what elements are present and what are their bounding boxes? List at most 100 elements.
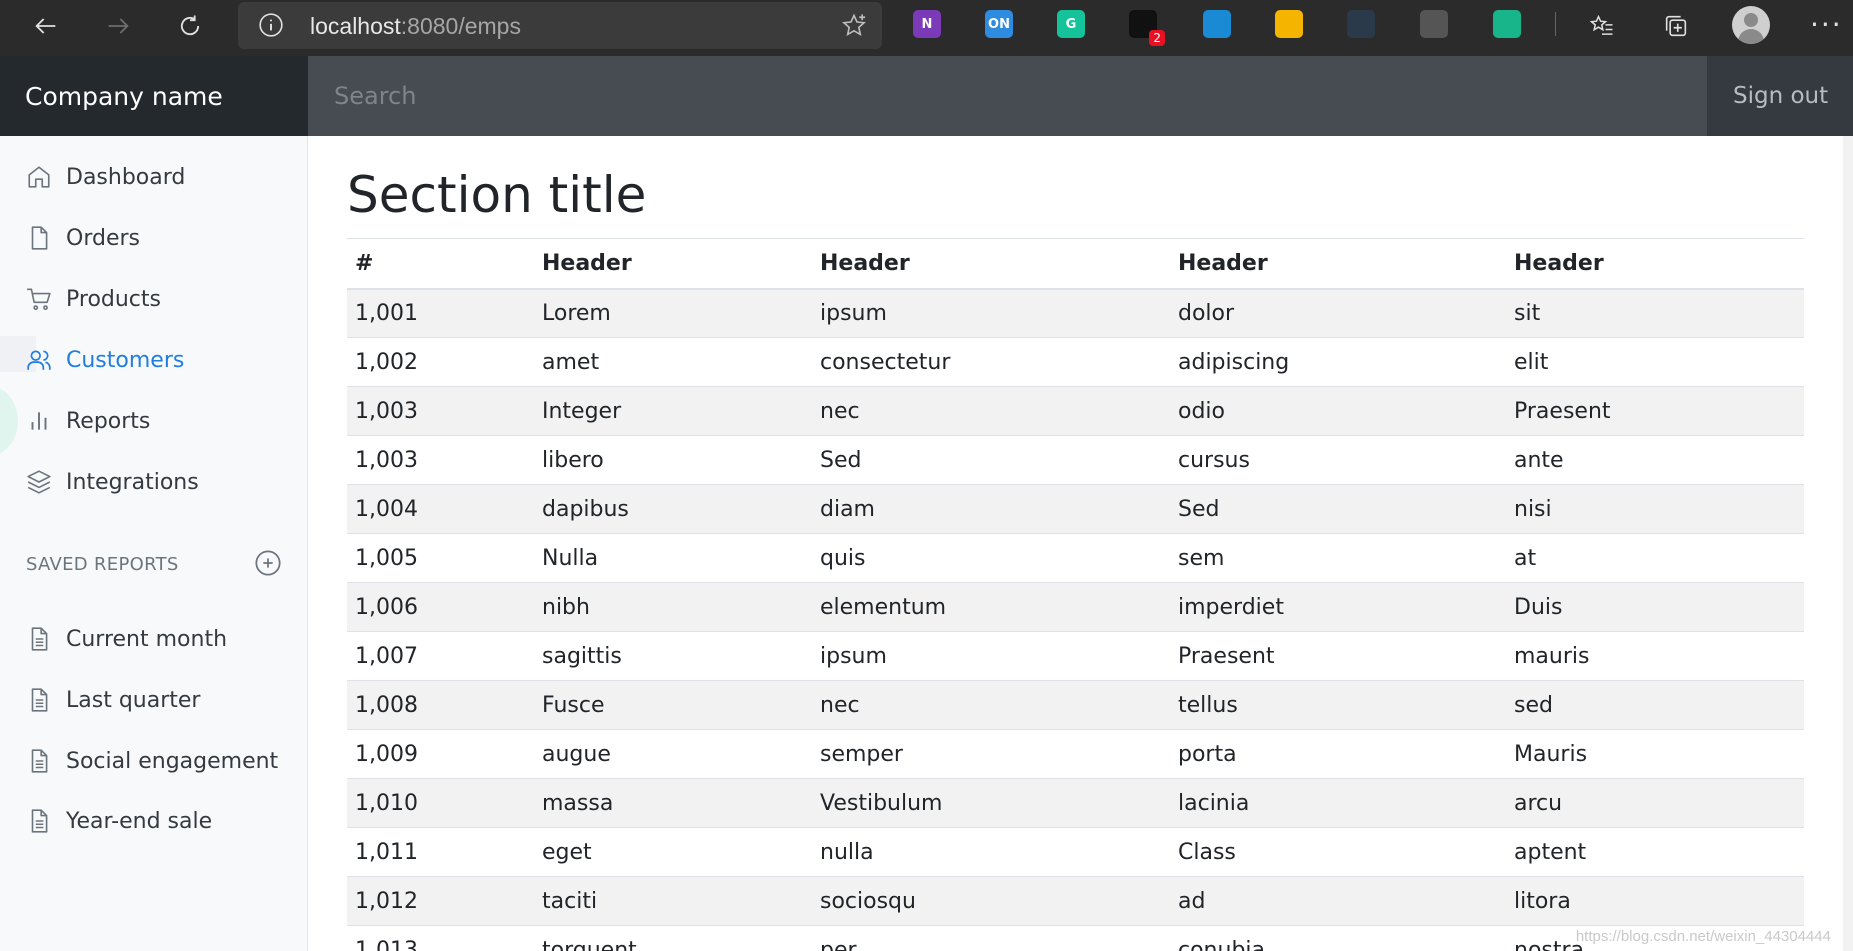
table-cell: Class <box>1170 827 1506 877</box>
table-cell: elit <box>1506 337 1804 387</box>
sidebar-item-reports[interactable]: Reports <box>0 396 308 446</box>
home-icon <box>26 164 52 190</box>
table-cell: 1,008 <box>347 680 534 730</box>
saved-report-last-quarter[interactable]: Last quarter <box>0 675 308 725</box>
app-navbar: Company name Sign out <box>0 56 1853 136</box>
refresh-button[interactable] <box>168 4 212 48</box>
table-cell: imperdiet <box>1170 582 1506 632</box>
plus-circle-icon <box>255 550 281 576</box>
collections-button[interactable] <box>1654 4 1698 48</box>
table-body: 1,001 Lorem ipsum dolor sit 1,002 amet consecte… <box>347 288 1804 951</box>
table-cell: sagittis <box>534 631 812 681</box>
add-report-button[interactable] <box>254 549 282 577</box>
forward-button[interactable] <box>96 4 140 48</box>
page-scrollbar[interactable] <box>1843 136 1853 951</box>
table-cell: nulla <box>812 827 1170 877</box>
table-cell: mauris <box>1506 631 1804 681</box>
collections-icon <box>1665 15 1687 37</box>
sync-extension-icon[interactable] <box>1493 10 1521 38</box>
address-bar[interactable]: localhost:8080/emps <box>238 2 882 49</box>
column-header: # <box>347 238 534 290</box>
table-cell: ante <box>1506 435 1804 485</box>
table-cell: litora <box>1506 876 1804 926</box>
url-host: localhost <box>310 13 401 39</box>
layers-icon <box>26 469 52 495</box>
sidebar-item-orders[interactable]: Orders <box>0 213 308 263</box>
table-cell: at <box>1506 533 1804 583</box>
info-icon[interactable] <box>258 12 284 38</box>
table-row: 1,010 massa Vestibulum lacinia arcu <box>347 778 1804 828</box>
table-row: 1,003 Integer nec odio Praesent <box>347 386 1804 436</box>
link-extension-icon[interactable] <box>1347 10 1375 38</box>
favorite-star-icon[interactable] <box>840 12 868 40</box>
table-cell: 1,009 <box>347 729 534 779</box>
search-input[interactable] <box>308 56 1707 136</box>
table-row: 1,007 sagittis ipsum Praesent mauris <box>347 631 1804 681</box>
cloud-extension-icon[interactable] <box>1203 10 1231 38</box>
table-cell: libero <box>534 435 812 485</box>
table-header-row: # Header Header Header Header <box>347 238 1804 290</box>
sidebar-item-label: Customers <box>66 347 185 373</box>
table-cell: 1,007 <box>347 631 534 681</box>
table-row: 1,006 nibh elementum imperdiet Duis <box>347 582 1804 632</box>
table-cell: 1,006 <box>347 582 534 632</box>
table-cell: elementum <box>812 582 1170 632</box>
saved-report-year-end-sale[interactable]: Year-end sale <box>0 796 308 846</box>
sidebar-item-dashboard[interactable]: Dashboard <box>0 152 308 202</box>
sidebar-item-label: Products <box>66 286 161 312</box>
saved-report-current-month[interactable]: Current month <box>0 614 308 664</box>
file-text-icon <box>26 808 52 834</box>
table-cell: adipiscing <box>1170 337 1506 387</box>
table-cell: Fusce <box>534 680 812 730</box>
on-extension-icon[interactable]: ON <box>985 10 1013 38</box>
table-cell: augue <box>534 729 812 779</box>
onenote-icon[interactable]: N <box>913 10 941 38</box>
table-row: 1,008 Fusce nec tellus sed <box>347 680 1804 730</box>
sidebar-item-integrations[interactable]: Integrations <box>0 457 308 507</box>
main-content: Section title # Header Header Header Hea… <box>308 136 1843 951</box>
table-cell: 1,004 <box>347 484 534 534</box>
page-title: Section title <box>347 166 647 224</box>
company-brand[interactable]: Company name <box>0 56 308 136</box>
table-cell: Lorem <box>534 288 812 338</box>
saved-report-social-engagement[interactable]: Social engagement <box>0 736 308 786</box>
table-cell: Sed <box>1170 484 1506 534</box>
back-button[interactable] <box>24 4 68 48</box>
table-cell: Praesent <box>1170 631 1506 681</box>
cart-icon <box>26 286 52 312</box>
saved-report-label: Last quarter <box>66 687 201 713</box>
refresh-icon <box>180 15 200 36</box>
table-cell: ad <box>1170 876 1506 926</box>
column-header: Header <box>1170 238 1506 290</box>
arrow-right-icon <box>108 18 129 34</box>
sidebar-item-customers[interactable]: Customers <box>0 335 308 385</box>
table-row: 1,011 eget nulla Class aptent <box>347 827 1804 877</box>
bar-chart-icon <box>26 408 52 434</box>
camera-extension-icon[interactable]: 2 <box>1129 10 1165 46</box>
table-cell: conubia <box>1170 925 1506 951</box>
grammarly-icon[interactable]: G <box>1057 10 1085 38</box>
sidebar-item-products[interactable]: Products <box>0 274 308 324</box>
url-text[interactable]: localhost:8080/emps <box>310 13 521 40</box>
table-cell: Duis <box>1506 582 1804 632</box>
sidebar-item-label: Orders <box>66 225 140 251</box>
more-options-icon[interactable]: ··· <box>1810 8 1843 41</box>
favorites-button[interactable] <box>1580 4 1624 48</box>
url-path: :8080/emps <box>400 13 521 39</box>
table-row: 1,002 amet consectetur adipiscing elit <box>347 337 1804 387</box>
table-cell: nibh <box>534 582 812 632</box>
users-icon <box>26 347 52 373</box>
saved-report-label: Year-end sale <box>66 808 213 834</box>
table-cell: dolor <box>1170 288 1506 338</box>
table-cell: nec <box>812 386 1170 436</box>
extension-label: G <box>1065 16 1077 32</box>
clip-extension-icon[interactable] <box>1420 10 1448 38</box>
sign-out-link[interactable]: Sign out <box>1707 56 1853 136</box>
table-cell: quis <box>812 533 1170 583</box>
table-cell: dapibus <box>534 484 812 534</box>
drive-extension-icon[interactable] <box>1275 10 1303 38</box>
avatar-head <box>1744 13 1758 27</box>
table-cell: Integer <box>534 386 812 436</box>
sidebar: Dashboard Orders Products Customers Repo… <box>0 136 308 951</box>
profile-avatar[interactable] <box>1732 6 1770 44</box>
